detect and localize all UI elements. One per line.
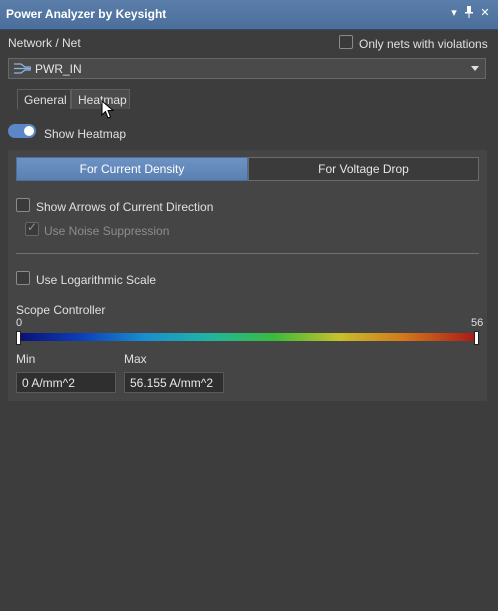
close-icon[interactable]: ✕ bbox=[478, 6, 492, 20]
scope-controller-label: Scope Controller bbox=[16, 303, 106, 317]
network-net-label: Network / Net bbox=[8, 36, 81, 50]
show-heatmap-toggle[interactable] bbox=[8, 124, 36, 138]
toggle-knob bbox=[24, 126, 34, 136]
mode-current-density-button[interactable]: For Current Density bbox=[16, 157, 248, 181]
pin-icon[interactable] bbox=[462, 6, 476, 20]
scope-color-gradient[interactable] bbox=[17, 333, 477, 341]
min-label: Min bbox=[16, 352, 36, 366]
log-scale-label[interactable]: Use Logarithmic Scale bbox=[36, 273, 156, 287]
only-violations-label[interactable]: Only nets with violations bbox=[359, 37, 488, 51]
only-violations-checkbox[interactable] bbox=[339, 35, 353, 49]
scope-max-handle[interactable] bbox=[474, 331, 479, 345]
section-divider bbox=[16, 253, 479, 254]
show-arrows-checkbox[interactable] bbox=[16, 198, 30, 212]
scope-range-min: 0 bbox=[16, 317, 23, 329]
noise-suppression-checkbox: ✓ bbox=[25, 220, 39, 236]
net-select[interactable]: PWR_IN bbox=[8, 58, 486, 79]
noise-suppression-label: Use Noise Suppression bbox=[44, 224, 170, 238]
panel-title: Power Analyzer by Keysight bbox=[6, 7, 167, 21]
max-label: Max bbox=[124, 352, 147, 366]
net-icon bbox=[14, 63, 31, 74]
mouse-pointer-icon bbox=[101, 100, 115, 119]
log-scale-checkbox[interactable] bbox=[16, 271, 30, 285]
show-arrows-label[interactable]: Show Arrows of Current Direction bbox=[36, 200, 213, 214]
panel-title-bar: Power Analyzer by Keysight ▾ ✕ bbox=[0, 0, 498, 30]
panel-menu-icon[interactable]: ▾ bbox=[447, 6, 461, 20]
tab-general[interactable]: General bbox=[17, 89, 71, 109]
chevron-down-icon[interactable] bbox=[471, 66, 479, 71]
scope-range-max: 56 bbox=[471, 317, 484, 329]
mode-voltage-drop-button[interactable]: For Voltage Drop bbox=[248, 157, 479, 181]
scope-min-handle[interactable] bbox=[16, 331, 21, 345]
net-select-value: PWR_IN bbox=[35, 62, 82, 76]
checkmark-icon: ✓ bbox=[27, 220, 38, 234]
max-value-field[interactable]: 56.155 A/mm^2 bbox=[124, 372, 224, 393]
min-value-field[interactable]: 0 A/mm^2 bbox=[16, 372, 116, 393]
show-heatmap-label: Show Heatmap bbox=[44, 127, 127, 141]
